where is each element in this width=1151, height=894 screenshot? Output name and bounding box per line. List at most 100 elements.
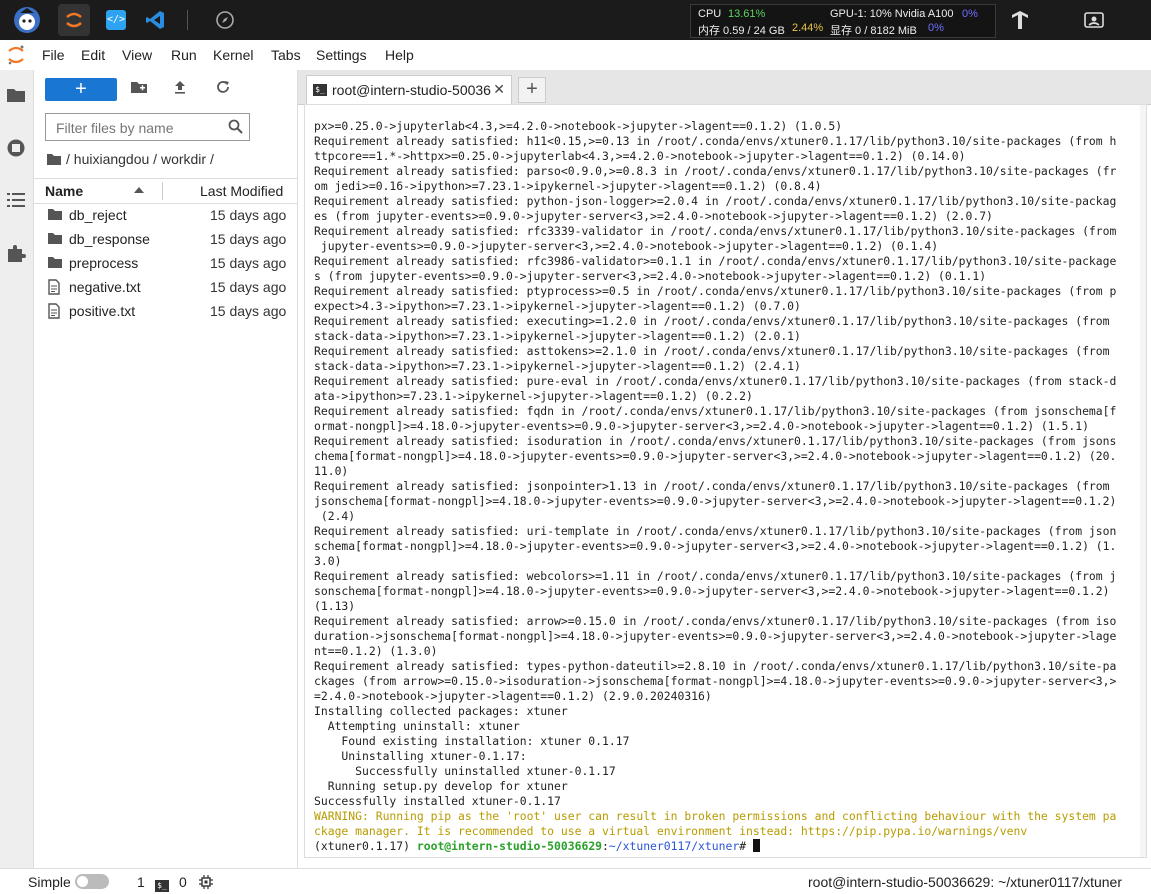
- terminal-line: 11.0): [314, 464, 349, 478]
- file-browser-panel: + / huixiangdou / workdir / Name Last Mo…: [34, 70, 298, 868]
- profile-card-icon[interactable]: [1078, 4, 1110, 36]
- terminal-line: Attempting uninstall: xtuner: [314, 719, 520, 733]
- file-modified: 15 days ago: [210, 255, 287, 271]
- terminal-status-icon[interactable]: $_: [155, 875, 169, 892]
- terminal-line: ata->ipython>=7.23.1->ipykernel->jupyter…: [314, 389, 753, 403]
- refresh-icon[interactable]: [215, 79, 237, 101]
- cpu-label: CPU: [698, 8, 722, 20]
- terminal-line: Found existing installation: xtuner 0.1.…: [314, 734, 630, 748]
- terminal-line: stack-data->ipython>=7.23.1->ipykernel->…: [314, 329, 801, 343]
- file-modified: 15 days ago: [210, 231, 287, 247]
- terminal-line: Requirement already satisfied: uri-templ…: [314, 524, 1117, 538]
- breadcrumb[interactable]: / huixiangdou / workdir /: [46, 151, 214, 169]
- table-of-contents-icon[interactable]: [6, 191, 26, 211]
- terminal-line: Requirement already satisfied: isodurati…: [314, 434, 1117, 448]
- terminal-line: Requirement already satisfied: parso<0.9…: [314, 164, 1117, 178]
- terminal-line: ttpcore==1.*->httpx>=0.25.0->jupyterlab<…: [314, 149, 966, 163]
- breadcrumb-path[interactable]: / huixiangdou / workdir /: [66, 151, 214, 167]
- folder-icon[interactable]: [6, 86, 26, 106]
- toolbar-divider: [187, 10, 188, 30]
- menu-file[interactable]: File: [42, 47, 65, 63]
- gpu-value: 0%: [962, 8, 978, 20]
- file-list-item[interactable]: db_response 15 days ago: [34, 227, 297, 251]
- extension-puzzle-icon[interactable]: [6, 243, 26, 263]
- column-name-header[interactable]: Name: [45, 183, 83, 199]
- file-list-header: Name Last Modified: [34, 178, 297, 204]
- cpu-value: 13.61%: [728, 8, 766, 20]
- terminal-tab[interactable]: $_ root@intern-studio-50036 ✕: [306, 75, 512, 105]
- filter-files-box: [45, 113, 250, 141]
- add-tab-button[interactable]: +: [518, 77, 546, 103]
- new-launcher-button[interactable]: +: [45, 78, 117, 101]
- file-name[interactable]: negative.txt: [69, 279, 141, 295]
- terminal-line: Uninstalling xtuner-0.1.17:: [314, 749, 527, 763]
- terminal-warning-line: ckage manager. It is recommended to use …: [314, 824, 1028, 838]
- menu-kernel[interactable]: Kernel: [213, 47, 253, 63]
- status-bar: Simple 1 $_ 0 root@intern-studio-5003662…: [0, 868, 1151, 894]
- terminal-count: 1: [137, 874, 145, 890]
- breadcrumb-folder-icon[interactable]: [46, 152, 62, 169]
- terminal-scrollbar[interactable]: [1140, 105, 1146, 857]
- terminal-line: Requirement already satisfied: rfc3339-v…: [314, 224, 1117, 238]
- tensorflow-icon[interactable]: [1004, 4, 1036, 36]
- app-logo-icon[interactable]: [11, 4, 43, 36]
- menu-help[interactable]: Help: [385, 47, 414, 63]
- menu-tabs[interactable]: Tabs: [271, 47, 301, 63]
- terminal-icon: $_: [313, 84, 327, 96]
- running-kernels-icon[interactable]: [6, 138, 26, 158]
- simple-mode-toggle[interactable]: [75, 874, 109, 889]
- menu-edit[interactable]: Edit: [81, 47, 105, 63]
- terminal-line: Requirement already satisfied: webcolors…: [314, 569, 1117, 583]
- file-list-item[interactable]: negative.txt 15 days ago: [34, 275, 297, 299]
- folder-icon: [47, 255, 63, 272]
- filter-files-input[interactable]: [54, 115, 228, 141]
- column-modified-header[interactable]: Last Modified: [200, 183, 283, 199]
- terminal-line: Requirement already satisfied: python-js…: [314, 194, 1117, 208]
- text-file-icon: [47, 279, 61, 298]
- terminal-line: Requirement already satisfied: jsonpoint…: [314, 479, 1110, 493]
- search-icon[interactable]: [228, 119, 243, 137]
- file-list-item[interactable]: positive.txt 15 days ago: [34, 299, 297, 323]
- terminal-line: Installing collected packages: xtuner: [314, 704, 568, 718]
- close-tab-icon[interactable]: ✕: [493, 81, 505, 98]
- terminal-line: Running setup.py develop for xtuner: [314, 779, 568, 793]
- terminal-prompt[interactable]: (xtuner0.1.17) root@intern-studio-500366…: [314, 839, 1140, 854]
- terminal-line: Requirement already satisfied: rfc3986-v…: [314, 254, 1117, 268]
- simple-mode-label: Simple: [28, 874, 71, 890]
- file-name[interactable]: preprocess: [69, 255, 138, 271]
- upload-icon[interactable]: [172, 79, 194, 101]
- compass-icon[interactable]: [209, 4, 241, 36]
- file-modified: 15 days ago: [210, 207, 287, 223]
- terminal-panel[interactable]: px>=0.25.0->jupyterlab<4.3,>=4.2.0->note…: [304, 104, 1147, 858]
- code-editor-app-icon[interactable]: </>: [100, 4, 132, 36]
- file-name[interactable]: db_response: [69, 231, 150, 247]
- resource-stats-panel: CPU 13.61% 内存 0.59 / 24 GB 2.44% GPU-1: …: [690, 4, 996, 38]
- terminal-tab-label[interactable]: root@intern-studio-50036: [332, 82, 495, 98]
- vscode-app-icon[interactable]: [139, 4, 171, 36]
- terminal-line: nt==0.1.2) (1.3.0): [314, 644, 438, 658]
- jupyter-app-icon[interactable]: [58, 4, 90, 36]
- vram-value: 0%: [928, 22, 944, 34]
- left-activity-bar: [0, 70, 34, 868]
- new-folder-icon[interactable]: [130, 79, 152, 101]
- terminal-line: duration->jsonschema[format-nongpl]>=4.1…: [314, 629, 1117, 643]
- terminal-line: sonschema[format-nongpl]>=4.18.0->jupyte…: [314, 584, 1110, 598]
- terminal-line: jsonschema[format-nongpl]>=4.18.0->jupyt…: [314, 494, 1117, 508]
- file-name[interactable]: db_reject: [69, 207, 127, 223]
- file-list-item[interactable]: db_reject 15 days ago: [34, 203, 297, 227]
- menu-settings[interactable]: Settings: [316, 47, 367, 63]
- sort-ascending-icon[interactable]: [134, 187, 144, 193]
- menu-view[interactable]: View: [122, 47, 152, 63]
- menu-run[interactable]: Run: [171, 47, 197, 63]
- terminal-output[interactable]: px>=0.25.0->jupyterlab<4.3,>=4.2.0->note…: [314, 119, 1140, 854]
- terminal-line: Requirement already satisfied: executing…: [314, 314, 1110, 328]
- file-list-item[interactable]: preprocess 15 days ago: [34, 251, 297, 275]
- terminal-line: Requirement already satisfied: h11<0.15,…: [314, 134, 1117, 148]
- kernel-chip-icon[interactable]: [199, 875, 213, 892]
- terminal-line: Successfully uninstalled xtuner-0.1.17: [314, 764, 616, 778]
- file-name[interactable]: positive.txt: [69, 303, 135, 319]
- terminal-line: Successfully installed xtuner-0.1.17: [314, 794, 561, 808]
- gpu-label: GPU-1: 10% Nvidia A100: [830, 8, 954, 20]
- terminal-line: chema[format-nongpl]>=4.18.0->jupyter-ev…: [314, 449, 1117, 463]
- column-divider: [162, 182, 163, 200]
